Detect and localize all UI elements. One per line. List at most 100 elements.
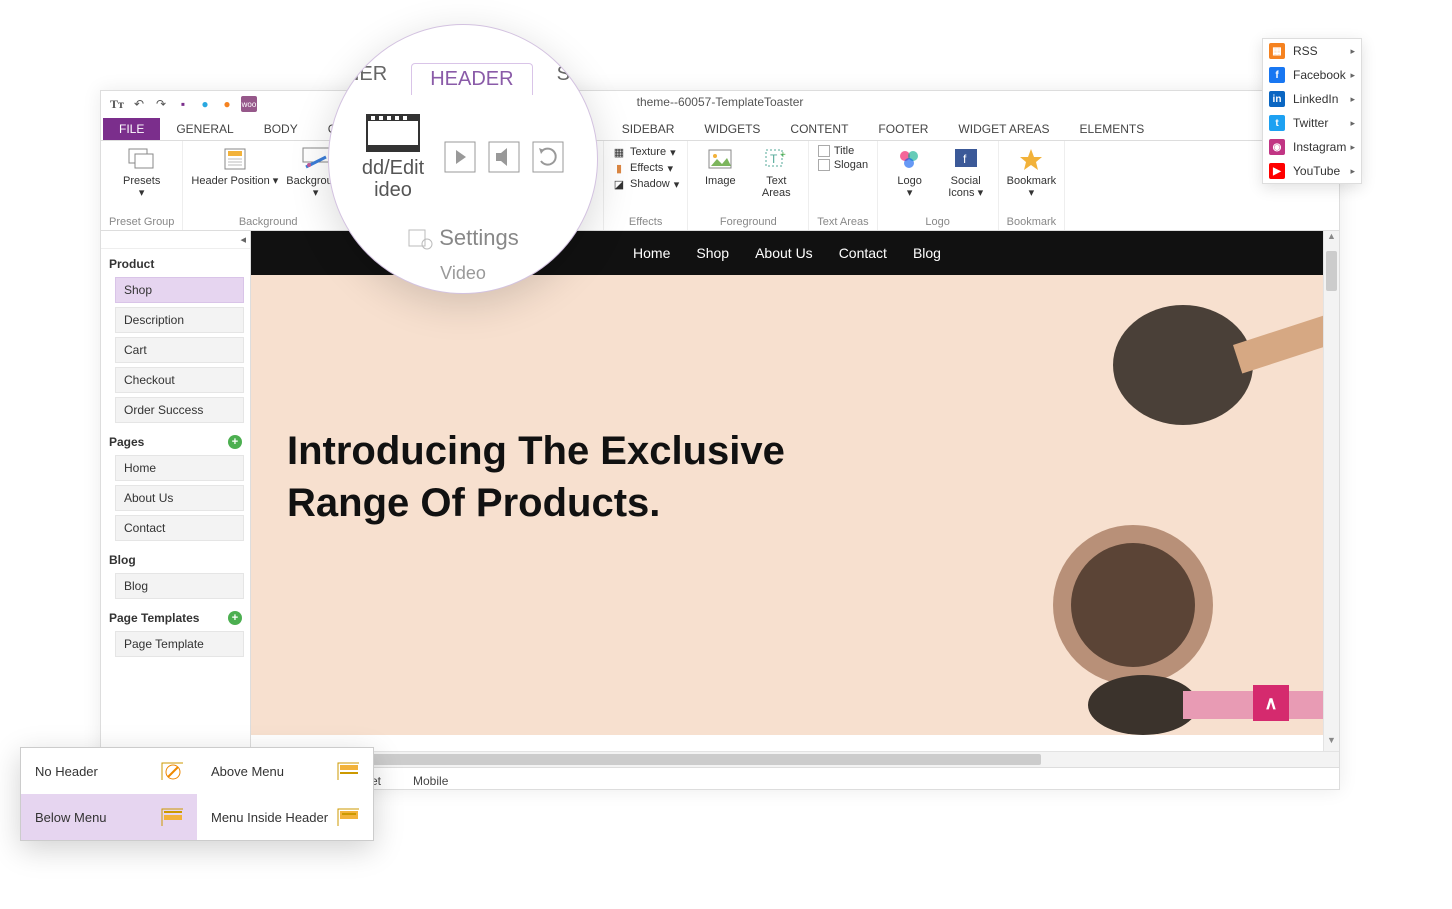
sidebar-item-shop[interactable]: Shop	[115, 277, 244, 303]
mag-group-label: Video	[337, 263, 589, 284]
sidebar-item-pagetemplate[interactable]: Page Template	[115, 631, 244, 657]
social-icons-button[interactable]: f Social Icons ▾	[942, 145, 990, 199]
browser2-icon[interactable]: ●	[219, 96, 235, 112]
presets-icon	[128, 145, 156, 173]
tab-content[interactable]: CONTENT	[776, 118, 862, 140]
tab-body[interactable]: BODY	[250, 118, 312, 140]
sidebar-item-aboutus[interactable]: About Us	[115, 485, 244, 511]
logo-button[interactable]: Logo▾	[886, 145, 934, 199]
quick-access-toolbar: Tᴛ ↶ ↷ ▪ ● ● woo	[101, 91, 1339, 117]
header-position-button[interactable]: Header Position ▾	[191, 145, 278, 187]
opt-menu-inside-header[interactable]: Menu Inside Header	[197, 794, 373, 840]
sidebar-item-checkout[interactable]: Checkout	[115, 367, 244, 393]
shadow-button[interactable]: ◪Shadow ▾	[612, 177, 679, 191]
vertical-scrollbar[interactable]: ▲ ▼	[1323, 231, 1339, 751]
svg-text:T: T	[770, 152, 778, 166]
effects-button[interactable]: ▮Effects ▾	[612, 161, 679, 175]
browser1-icon[interactable]: ●	[197, 96, 213, 112]
tab-widgets[interactable]: WIDGETS	[690, 118, 774, 140]
nav-home[interactable]: Home	[633, 245, 670, 261]
social-linkedin[interactable]: inLinkedIn▸	[1263, 87, 1361, 111]
scroll-down-icon[interactable]: ▼	[1324, 735, 1339, 751]
text-areas-button[interactable]: T+ Text Areas	[752, 145, 800, 199]
magnified-tabs: NER HEADER SL	[337, 33, 589, 95]
svg-text:+: +	[780, 150, 786, 161]
social-twitter[interactable]: tTwitter▸	[1263, 111, 1361, 135]
collapse-sidebar-icon[interactable]: ◂	[101, 231, 250, 249]
settings-gear-icon	[407, 226, 435, 250]
sidebar-item-contact[interactable]: Contact	[115, 515, 244, 541]
woo-icon[interactable]: woo	[241, 96, 257, 112]
image-icon	[706, 145, 734, 173]
filmstrip-icon	[365, 113, 421, 153]
nav-contact[interactable]: Contact	[839, 245, 887, 261]
slogan-checkbox[interactable]: Slogan	[818, 159, 868, 171]
sidebar-header-product: Product	[101, 249, 250, 277]
menu-inside-icon	[337, 808, 359, 826]
logo-icon	[896, 145, 924, 173]
ribbon-group-logo: Logo▾ f Social Icons ▾ Logo	[878, 141, 999, 230]
redo-icon[interactable]: ↷	[153, 96, 169, 112]
video-settings-button[interactable]: Settings	[337, 225, 589, 251]
texture-button[interactable]: ▦Texture ▾	[612, 145, 679, 159]
hscroll-thumb[interactable]	[261, 754, 1041, 765]
sidebar-item-blog[interactable]: Blog	[115, 573, 244, 599]
nav-shop[interactable]: Shop	[696, 245, 729, 261]
social-icons-icon: f	[952, 145, 980, 173]
above-menu-icon	[337, 762, 359, 780]
sidebar-item-description[interactable]: Description	[115, 307, 244, 333]
social-facebook[interactable]: fFacebook▸	[1263, 63, 1361, 87]
header-position-icon	[221, 145, 249, 173]
scroll-top-badge[interactable]: ∧	[1253, 685, 1289, 721]
presets-button[interactable]: Presets▾	[118, 145, 166, 199]
add-template-button[interactable]: +	[228, 611, 242, 625]
sidebar-header-blog: Blog	[101, 545, 250, 573]
tab-widgetareas[interactable]: WIDGET AREAS	[944, 118, 1063, 140]
nav-about[interactable]: About Us	[755, 245, 813, 261]
ribbon-group-presets: Presets▾ Preset Group	[101, 141, 183, 230]
title-checkbox[interactable]: Title	[818, 145, 868, 157]
left-sidebar: ◂ Product Shop Description Cart Checkout…	[101, 231, 251, 751]
mag-tab-header[interactable]: HEADER	[411, 63, 532, 95]
scroll-thumb[interactable]	[1326, 251, 1337, 291]
footer-tab-mobile[interactable]: Mobile	[413, 774, 448, 788]
tab-sidebar[interactable]: SIDEBAR	[608, 118, 689, 140]
social-youtube[interactable]: ▶YouTube▸	[1263, 159, 1361, 183]
hero-heading: Introducing The Exclusive Range Of Produ…	[287, 425, 807, 529]
ribbon-group-effects: ▦Texture ▾ ▮Effects ▾ ◪Shadow ▾ Effects	[604, 141, 688, 230]
scroll-up-icon[interactable]: ▲	[1324, 231, 1339, 247]
sidebar-item-ordersuccess[interactable]: Order Success	[115, 397, 244, 423]
canvas-wrap: Home Shop About Us Contact Blog Introduc…	[251, 231, 1339, 751]
sidebar-header-pages: Pages+	[101, 427, 250, 455]
design-canvas[interactable]: Home Shop About Us Contact Blog Introduc…	[251, 231, 1323, 751]
social-rss[interactable]: ▦RSS▸	[1263, 39, 1361, 63]
mag-tab-right: SL	[557, 63, 581, 95]
play-icon[interactable]	[444, 141, 476, 173]
background-icon	[302, 145, 330, 173]
opt-above-menu[interactable]: Above Menu	[197, 748, 373, 794]
sidebar-header-templates: Page Templates+	[101, 603, 250, 631]
save-icon[interactable]: ▪	[175, 96, 191, 112]
speaker-icon[interactable]	[488, 141, 520, 173]
file-tab[interactable]: FILE	[103, 118, 160, 140]
tab-footer[interactable]: FOOTER	[864, 118, 942, 140]
hero-header[interactable]: Introducing The Exclusive Range Of Produ…	[251, 275, 1323, 735]
add-page-button[interactable]: +	[228, 435, 242, 449]
add-edit-video-button[interactable]: dd/Edit ideo	[362, 113, 424, 201]
tab-general[interactable]: GENERAL	[162, 118, 247, 140]
bookmark-button[interactable]: Bookmark▾	[1007, 145, 1057, 199]
opt-no-header[interactable]: No Header	[21, 748, 197, 794]
sidebar-item-cart[interactable]: Cart	[115, 337, 244, 363]
image-button[interactable]: Image	[696, 145, 744, 187]
ribbon-group-textareas: Title Slogan Text Areas	[809, 141, 877, 230]
magnifier-overlay: NER HEADER SL dd/Edit ideo Settings Vide…	[328, 24, 598, 294]
undo-icon[interactable]: ↶	[131, 96, 147, 112]
social-instagram[interactable]: ◉Instagram▸	[1263, 135, 1361, 159]
nav-blog[interactable]: Blog	[913, 245, 941, 261]
loop-icon[interactable]	[532, 141, 564, 173]
social-icons-menu: ▦RSS▸fFacebook▸inLinkedIn▸tTwitter▸◉Inst…	[1262, 38, 1362, 184]
sidebar-item-home[interactable]: Home	[115, 455, 244, 481]
tab-elements[interactable]: ELEMENTS	[1066, 118, 1159, 140]
opt-below-menu[interactable]: Below Menu	[21, 794, 197, 840]
texture-icon: ▦	[612, 145, 626, 159]
